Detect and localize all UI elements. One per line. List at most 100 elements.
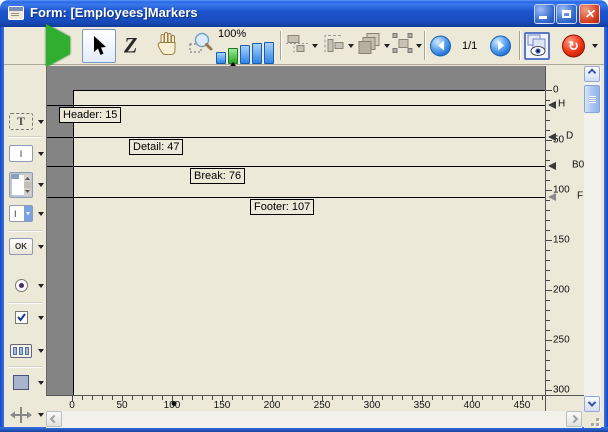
marker-arrow-B0[interactable] [548,162,556,170]
marker-label-B0[interactable]: Break: 76 [190,168,245,184]
marker-line-D[interactable] [47,137,545,138]
delete-dropdown chevron-down-icon[interactable] [592,44,598,48]
chevron-down-icon[interactable] [38,212,44,216]
chevron-down-icon[interactable] [38,183,44,187]
resize-grip[interactable] [584,412,601,428]
vertical-ruler: 050100150200250300HDB0F [545,66,584,395]
align-tool-button[interactable] [286,32,310,59]
close-button[interactable]: ✕ [579,4,600,24]
rectangle-tool-icon[interactable] [9,374,33,391]
titlebar[interactable]: Form: [Employees]Markers ✕ [0,0,608,27]
chevron-down-icon[interactable] [38,152,44,156]
splitter-tool-icon[interactable] [9,406,33,423]
entry-order-tool-button[interactable]: Z [124,34,137,57]
chevron-down-icon[interactable] [38,349,44,353]
scroll-up-button[interactable] [584,66,600,82]
marker-arrow-F[interactable] [548,193,556,201]
listbox-tool-icon[interactable] [9,172,33,198]
marker-label-F[interactable]: Footer: 107 [250,199,314,215]
sidebar-item-listbox-tool[interactable] [9,172,45,198]
play-icon [46,24,70,67]
vertical-scroll-thumb[interactable] [584,85,600,113]
sidebar-item-checkbox-tool[interactable] [9,309,45,326]
sidebar-item-combobox-tool[interactable]: I [9,205,45,222]
sidebar-item-text-tool[interactable]: T [9,113,45,130]
radio-tool-icon[interactable] [9,277,33,294]
group-dropdown chevron-down-icon[interactable] [416,44,422,48]
app-window: Form: [Employees]Markers ✕ Z [0,0,608,432]
text-tool-icon[interactable]: T [9,113,33,130]
marker-arrow-H[interactable] [548,101,556,109]
maximize-button[interactable] [556,4,577,24]
chevron-down-icon[interactable] [38,381,44,385]
chevron-down-icon[interactable] [38,120,44,124]
input-tool-icon[interactable]: I [9,145,33,162]
arrow-right-icon [496,40,506,52]
sidebar-item-button-grid-tool[interactable] [9,342,45,359]
marker-tag-D: D [566,131,573,142]
distribute-tool-button[interactable] [322,32,346,59]
duplicate-dropdown chevron-down-icon[interactable] [384,44,390,48]
button-tool-icon[interactable]: OK [9,238,33,255]
delete-action-button[interactable]: ↻ [562,34,585,57]
select-tool-button[interactable] [82,29,116,63]
sidebar-separator [8,136,42,137]
marker-line-B0[interactable] [47,166,545,167]
combobox-tool-icon[interactable]: I [9,205,33,222]
minimize-button[interactable] [534,4,555,24]
h-ruler-tick [182,396,183,400]
sidebar-item-radio-tool[interactable] [9,277,45,294]
zoom-bars[interactable] [216,40,274,64]
object-toolbar: T I [4,66,46,427]
zoom-bar-800[interactable] [264,42,274,64]
sidebar-item-input-tool[interactable]: I [9,145,45,162]
zoom-bar-50[interactable] [216,52,226,64]
zoom-bar-200[interactable] [240,45,250,64]
marker-label-D[interactable]: Detail: 47 [129,139,183,155]
marker-tag-H: H [558,99,565,110]
sidebar-item-splitter-tool[interactable] [9,406,45,423]
marker-arrow-D[interactable] [548,133,556,141]
move-tool-button[interactable] [154,30,180,61]
marker-line-F[interactable] [47,197,545,198]
magnifier-icon [188,31,214,56]
zoom-bar-400[interactable] [252,43,262,64]
marker-line-H[interactable] [47,105,545,106]
chevron-down-icon[interactable] [38,413,44,417]
scroll-right-button[interactable] [566,411,582,427]
align-dropdown chevron-down-icon[interactable] [312,44,318,48]
checkbox-tool-icon[interactable] [9,309,33,326]
v-ruler-tick [546,110,550,111]
zoom-tool-button[interactable] [188,31,214,61]
horizontal-ruler: 050100150200250300350400450 [46,395,584,411]
v-ruler-tick [546,130,550,131]
chevron-down-icon[interactable] [38,284,44,288]
sidebar-item-button-tool[interactable]: OK [9,238,45,255]
h-ruler-tick [192,396,193,400]
execute-form-button[interactable] [46,37,70,55]
distribute-dropdown chevron-down-icon[interactable] [348,44,354,48]
h-ruler-tick [252,396,253,400]
marker-label-H[interactable]: Header: 15 [59,107,121,123]
h-ruler-tick [102,396,103,400]
v-ruler-tick [546,310,550,311]
vertical-scrollbar[interactable] [584,66,601,412]
scroll-left-button[interactable] [46,411,62,427]
chevron-down-icon[interactable] [38,316,44,320]
h-ruler-tick [152,396,153,400]
preview-toggle-button[interactable] [524,32,550,60]
scroll-down-button[interactable] [584,396,600,412]
button-grid-tool-icon[interactable] [9,342,33,359]
group-tool-button[interactable] [392,32,414,59]
chevron-down-icon[interactable] [38,245,44,249]
duplicate-tool-button[interactable] [358,32,382,59]
sidebar-item-rectangle-tool[interactable] [9,374,45,391]
previous-page-button[interactable] [430,35,451,56]
next-page-button[interactable] [490,35,511,56]
h-ruler-tick [292,396,293,400]
horizontal-scrollbar[interactable] [46,411,582,428]
canvas[interactable]: Header: 15 Detail: 47 Break: 76 Footer: 107 [46,66,545,395]
form-area[interactable] [73,90,545,395]
group-icon [392,32,414,54]
zoom-level-group[interactable]: 100% [216,28,276,64]
